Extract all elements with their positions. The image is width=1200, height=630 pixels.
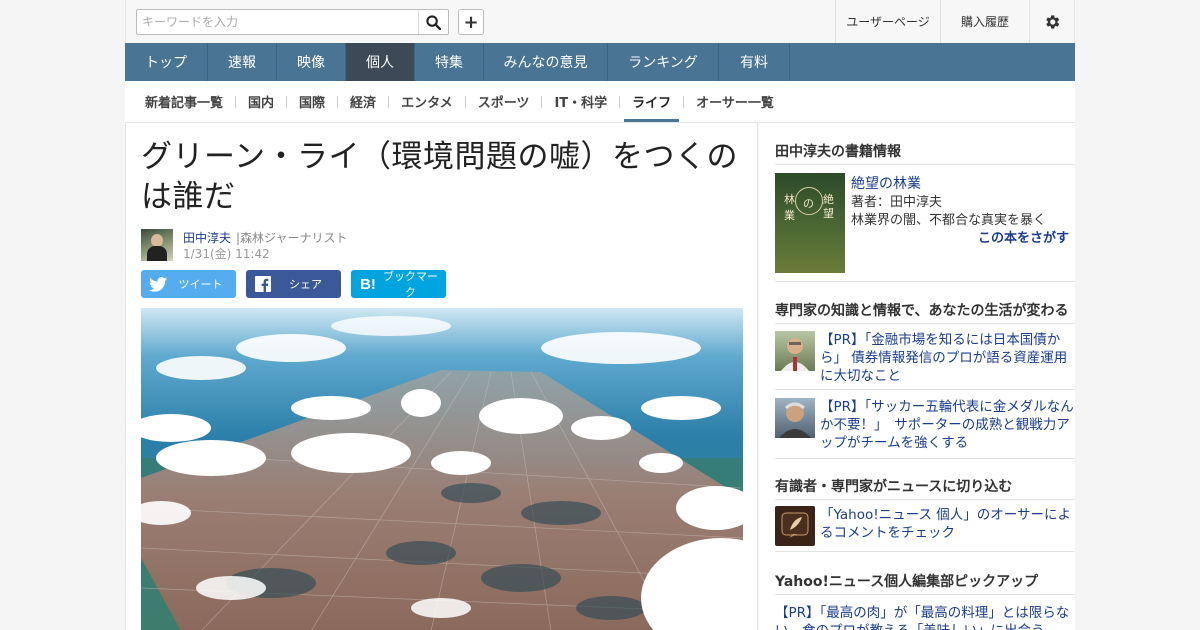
subnav-sports[interactable]: スポーツ	[466, 81, 542, 122]
nav-paid[interactable]: 有料	[719, 43, 790, 81]
pickup-link[interactable]: 【PR】「最高の肉」が「最高の料理」とは限らない 食のプロが教える「美味しい」に…	[775, 604, 1075, 630]
divider	[775, 594, 1075, 595]
nav-top[interactable]: トップ	[125, 43, 208, 81]
top-links: ユーザーページ 購入履歴	[835, 0, 1074, 43]
divider	[775, 323, 1075, 324]
subnav-latest[interactable]: 新着記事一覧	[133, 81, 235, 122]
nav-opinions[interactable]: みんなの意見	[484, 43, 608, 81]
search-input[interactable]	[137, 10, 417, 34]
book-cover-text: 林	[784, 193, 795, 206]
subnav-it-science[interactable]: IT・科学	[542, 81, 619, 122]
hatena-bookmark-label: ブックマーク	[383, 270, 438, 299]
add-button[interactable]: +	[458, 9, 484, 35]
search-box	[136, 9, 449, 35]
comment-heading: 有識者・専門家がニュースに切り込む	[775, 479, 1013, 495]
sidebar: 田中淳夫の書籍情報 絶 望 林 業 の 絶望の林業 著者：田中淳夫 林業界の闇、…	[759, 122, 1075, 630]
divider	[775, 458, 1075, 459]
book-author: 著者：田中淳夫	[851, 195, 943, 210]
book-cover-text: 望	[823, 207, 834, 220]
tweet-button[interactable]: ツイート	[141, 270, 236, 298]
facebook-icon	[250, 270, 276, 298]
article-title: グリーン・ライ（環境問題の嘘）をつくのは誰だ	[141, 139, 738, 215]
nav-breaking[interactable]: 速報	[208, 43, 277, 81]
tweet-label: ツイート	[178, 278, 223, 291]
comment-link[interactable]: 「Yahoo!ニュース 個人」のオーサーによるコメントをチェック	[820, 506, 1075, 542]
book-description: 林業界の闇、不都合な真実を暴く	[851, 213, 1047, 228]
gear-icon	[1046, 14, 1060, 29]
settings-button[interactable]	[1029, 0, 1074, 43]
subnav-economy[interactable]: 経済	[338, 81, 388, 122]
nav-video[interactable]: 映像	[277, 43, 346, 81]
nav-ranking[interactable]: ランキング	[608, 43, 719, 81]
subnav-domestic[interactable]: 国内	[236, 81, 286, 122]
plus-icon: +	[463, 11, 479, 33]
author-avatar[interactable]	[141, 229, 173, 261]
article-hero-image	[141, 308, 743, 630]
search-button[interactable]	[418, 10, 448, 34]
nav-feature[interactable]: 特集	[415, 43, 484, 81]
subnav-authors[interactable]: オーサー一覧	[684, 81, 786, 122]
divider	[775, 499, 1075, 500]
book-cover-image[interactable]: 絶 望 林 業 の	[775, 173, 845, 273]
expert-heading: 専門家の知識と情報で、あなたの生活が変わる	[775, 303, 1069, 319]
publish-date: 1/31(金) 11:42	[183, 247, 270, 261]
books-heading: 田中淳夫の書籍情報	[775, 144, 901, 160]
user-page-link[interactable]: ユーザーページ	[835, 0, 940, 43]
purchase-history-link[interactable]: 購入履歴	[940, 0, 1029, 43]
pr-link[interactable]: 【PR】「金融市場を知るには日本国債から」 債券情報発信のプロが語る資産運用に大…	[820, 331, 1075, 385]
facebook-share-label: シェア	[289, 278, 322, 291]
hatena-bookmark-button[interactable]: B! ブックマーク	[351, 270, 446, 299]
subnav-life[interactable]: ライフ	[620, 81, 683, 122]
divider	[775, 389, 1075, 390]
pr-link[interactable]: 【PR】「サッカー五輪代表に金メダルなんか不要！」 サポーターの成熟と観戦力アッ…	[820, 398, 1075, 452]
expert-photo	[775, 331, 815, 371]
subnav-international[interactable]: 国際	[287, 81, 337, 122]
author-role: |森林ジャーナリスト	[236, 231, 348, 245]
article: グリーン・ライ（環境問題の嘘）をつくのは誰だ 田中淳夫 |森林ジャーナリスト 1…	[125, 122, 758, 630]
divider	[775, 164, 1075, 165]
nav-individual[interactable]: 個人	[346, 43, 415, 81]
find-book-link[interactable]: この本をさがす	[978, 227, 1069, 246]
pickup-heading: Yahoo!ニュース個人編集部ピックアップ	[775, 574, 1039, 590]
author-block: 田中淳夫 |森林ジャーナリスト 1/31(金) 11:42	[141, 229, 741, 261]
book-cover-text: 業	[784, 209, 795, 222]
twitter-icon	[145, 270, 171, 298]
facebook-share-button[interactable]: シェア	[246, 270, 341, 298]
divider	[775, 281, 1075, 282]
main-nav: トップ 速報 映像 個人 特集 みんなの意見 ランキング 有料	[125, 43, 1075, 81]
divider	[775, 551, 1075, 552]
hatena-bookmark-icon: B!	[360, 275, 376, 293]
expert-photo	[775, 398, 815, 438]
category-nav: 新着記事一覧 国内 国際 経済 エンタメ スポーツ IT・科学 ライフ オーサー…	[125, 81, 1075, 122]
top-bar: + ユーザーページ 購入履歴	[125, 0, 1075, 43]
subnav-entertainment[interactable]: エンタメ	[389, 81, 465, 122]
book-cover-text: の	[803, 197, 814, 210]
search-icon	[426, 14, 441, 30]
book-title-link[interactable]: 絶望の林業	[851, 173, 921, 193]
author-name[interactable]: 田中淳夫	[183, 229, 231, 246]
comment-icon	[775, 506, 815, 546]
